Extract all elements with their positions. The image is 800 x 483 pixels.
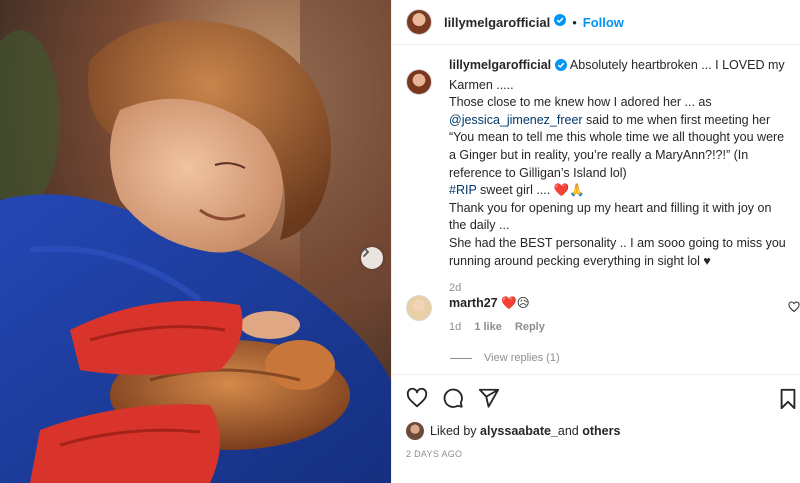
view-replies-label: View replies (1) bbox=[484, 352, 560, 364]
liked-by-user[interactable]: alyssaabate_ bbox=[480, 424, 558, 438]
likes-prefix: Liked by bbox=[430, 424, 477, 438]
post-header: lillymelgarofficial • Follow bbox=[392, 0, 800, 45]
post-photo[interactable] bbox=[0, 0, 391, 483]
post-date[interactable]: 2 DAYS AGO bbox=[406, 449, 462, 459]
paper-plane-icon[interactable] bbox=[478, 387, 500, 409]
mention-link[interactable]: @jessica_jimenez_freer bbox=[449, 113, 583, 127]
comment-meta: 1d 1 like Reply bbox=[449, 321, 555, 333]
view-replies-button[interactable]: View replies (1) bbox=[450, 352, 560, 364]
caption-line-5: She had the BEST personality .. I am soo… bbox=[449, 235, 786, 268]
post-details-panel: lillymelgarofficial • Follow lillymelgar… bbox=[391, 0, 800, 483]
verified-badge-icon bbox=[555, 59, 568, 77]
comment-username[interactable]: marth27 bbox=[449, 296, 498, 310]
caption-text: lillymelgarofficial Absolutely heartbrok… bbox=[449, 57, 786, 298]
action-bar bbox=[392, 374, 800, 420]
verified-badge-icon bbox=[554, 13, 567, 31]
next-photo-button[interactable] bbox=[361, 247, 383, 269]
hashtag-link[interactable]: #RIP bbox=[449, 183, 477, 197]
chevron-right-icon bbox=[363, 247, 369, 257]
comment-like-icon[interactable] bbox=[788, 300, 800, 318]
avatar[interactable] bbox=[406, 69, 432, 95]
comment-body: marth27 ❤️😥 1d 1 like Reply bbox=[449, 295, 555, 333]
avatar[interactable] bbox=[406, 9, 432, 35]
avatar[interactable] bbox=[406, 295, 432, 321]
comment-bubble-icon[interactable] bbox=[442, 387, 464, 409]
comments-list: lillymelgarofficial Absolutely heartbrok… bbox=[392, 57, 800, 364]
divider bbox=[450, 357, 472, 359]
likes-summary: Liked by alyssaabate_ and others bbox=[406, 422, 620, 440]
heart-icon[interactable] bbox=[406, 387, 428, 409]
caption-username[interactable]: lillymelgarofficial bbox=[449, 58, 551, 72]
caption: lillymelgarofficial Absolutely heartbrok… bbox=[392, 57, 800, 298]
comment-timestamp[interactable]: 1d bbox=[449, 321, 461, 333]
comment-item: marth27 ❤️😥 1d 1 like Reply bbox=[406, 295, 800, 333]
comment-text: ❤️😥 bbox=[497, 296, 530, 310]
bookmark-icon[interactable] bbox=[778, 388, 798, 415]
caption-line-3: sweet girl .... ❤️🙏 bbox=[476, 183, 585, 198]
likes-middle: and bbox=[557, 424, 579, 438]
header-username[interactable]: lillymelgarofficial bbox=[444, 15, 550, 30]
separator-dot: • bbox=[572, 14, 577, 30]
comment-likes[interactable]: 1 like bbox=[474, 321, 502, 333]
caption-line-2-pre: Those close to me knew how I adored her … bbox=[449, 95, 712, 110]
reply-button[interactable]: Reply bbox=[515, 321, 545, 333]
avatar[interactable] bbox=[406, 422, 424, 440]
photo-illustration bbox=[0, 0, 391, 483]
follow-button[interactable]: Follow bbox=[583, 15, 624, 30]
caption-line-4: Thank you for opening up my heart and fi… bbox=[449, 200, 772, 233]
likes-others[interactable]: others bbox=[582, 424, 620, 438]
